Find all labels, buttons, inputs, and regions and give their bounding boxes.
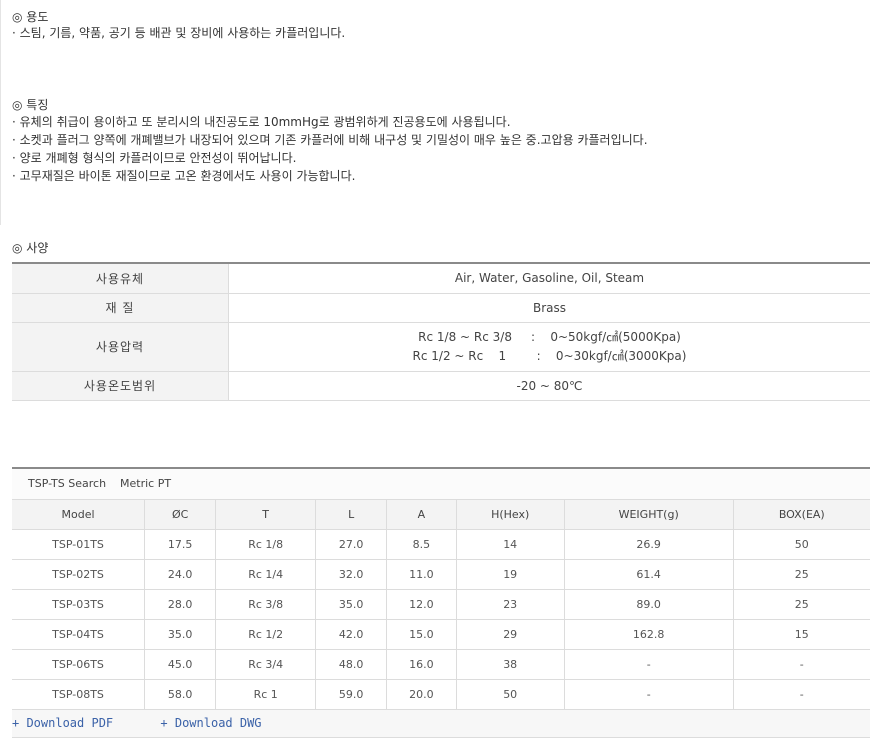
feature-item: · 유체의 취급이 용이하고 또 분리시의 내진공도로 10mmHg로 광범위하… [12,113,648,131]
weight-cell: 26.9 [564,530,733,560]
column-header-weight: WEIGHT(g) [564,500,733,530]
left-border-line [0,0,1,225]
usage-item: · 스팀, 기름, 약품, 공기 등 배관 및 장비에 사용하는 카플러입니다. [12,24,345,42]
spec-value-line: Rc 1/8 ~ Rc 3/8 : 0~50kgf/㎠(5000Kpa) [230,328,869,347]
box-cell: - [733,680,870,710]
a-cell: 11.0 [387,560,456,590]
length-cell: 42.0 [316,620,387,650]
box-cell: 15 [733,620,870,650]
a-cell: 15.0 [387,620,456,650]
features-list: · 유체의 취급이 용이하고 또 분리시의 내진공도로 10mmHg로 광범위하… [12,113,648,185]
model-table: Model ØC T L A H(Hex) WEIGHT(g) BOX(EA) … [12,500,870,710]
hex-cell: 19 [456,560,564,590]
column-header-length: L [316,500,387,530]
diameter-cell: 45.0 [145,650,216,680]
column-header-thread: T [216,500,316,530]
model-table-panel: TSP-TS Search Metric PT Model ØC T L A H… [12,467,870,738]
thread-cell: Rc 3/8 [216,590,316,620]
model-cell: TSP-01TS [12,530,145,560]
box-cell: 50 [733,530,870,560]
column-header-hex: H(Hex) [456,500,564,530]
length-cell: 27.0 [316,530,387,560]
length-cell: 59.0 [316,680,387,710]
length-cell: 32.0 [316,560,387,590]
download-dwg-link[interactable]: + Download DWG [160,716,261,730]
weight-cell: 89.0 [564,590,733,620]
column-header-box: BOX(EA) [733,500,870,530]
feature-item: · 소켓과 플러그 양쪽에 개폐밸브가 내장되어 있으며 기존 카플러에 비해 … [12,131,648,149]
box-cell: - [733,650,870,680]
hex-cell: 38 [456,650,564,680]
thread-cell: Rc 1/2 [216,620,316,650]
length-cell: 48.0 [316,650,387,680]
model-cell: TSP-03TS [12,590,145,620]
spec-table: 사용유체 Air, Water, Gasoline, Oil, Steam 재 … [12,262,870,401]
spec-key: 사용압력 [12,322,229,371]
length-cell: 35.0 [316,590,387,620]
download-pdf-link[interactable]: + Download PDF [12,716,113,730]
spec-row: 사용압력 Rc 1/8 ~ Rc 3/8 : 0~50kgf/㎠(5000Kpa… [12,322,870,371]
model-table-header: Model ØC T L A H(Hex) WEIGHT(g) BOX(EA) [12,500,870,530]
weight-cell: 61.4 [564,560,733,590]
model-cell: TSP-04TS [12,620,145,650]
spec-value: -20 ~ 80℃ [229,371,870,400]
thread-cell: Rc 1/8 [216,530,316,560]
table-row: TSP-03TS28.0Rc 3/835.012.02389.025 [12,590,870,620]
hex-cell: 50 [456,680,564,710]
weight-cell: - [564,680,733,710]
a-cell: 20.0 [387,680,456,710]
box-cell: 25 [733,560,870,590]
table-row: TSP-04TS35.0Rc 1/242.015.029162.815 [12,620,870,650]
features-heading: ◎ 특징 [12,96,48,113]
spec-heading: ◎ 사양 [12,239,48,256]
thread-cell: Rc 1 [216,680,316,710]
model-cell: TSP-08TS [12,680,145,710]
model-cell: TSP-06TS [12,650,145,680]
table-row: TSP-08TS58.0Rc 159.020.050-- [12,680,870,710]
table-row: TSP-02TS24.0Rc 1/432.011.01961.425 [12,560,870,590]
spec-value: Rc 1/8 ~ Rc 3/8 : 0~50kgf/㎠(5000Kpa) Rc … [229,322,870,371]
weight-cell: - [564,650,733,680]
usage-heading: ◎ 용도 [12,8,48,25]
diameter-cell: 17.5 [145,530,216,560]
spec-row: 사용유체 Air, Water, Gasoline, Oil, Steam [12,263,870,293]
diameter-cell: 58.0 [145,680,216,710]
spec-key: 사용유체 [12,263,229,293]
usage-list: · 스팀, 기름, 약품, 공기 등 배관 및 장비에 사용하는 카플러입니다. [12,24,345,42]
model-cell: TSP-02TS [12,560,145,590]
spec-value-line: Rc 1/2 ~ Rc 1 : 0~30kgf/㎠(3000Kpa) [230,347,869,366]
weight-cell: 162.8 [564,620,733,650]
spec-value: Brass [229,293,870,322]
download-bar: + Download PDF + Download DWG [12,710,870,738]
a-cell: 12.0 [387,590,456,620]
column-header-model: Model [12,500,145,530]
hex-cell: 23 [456,590,564,620]
feature-item: · 양로 개폐형 형식의 카플러이므로 안전성이 뛰어납니다. [12,149,648,167]
spec-row: 재 질 Brass [12,293,870,322]
column-header-diameter: ØC [145,500,216,530]
hex-cell: 14 [456,530,564,560]
diameter-cell: 28.0 [145,590,216,620]
model-table-caption: TSP-TS Search Metric PT [12,469,870,500]
spec-key: 사용온도범위 [12,371,229,400]
table-row: TSP-01TS17.5Rc 1/827.08.51426.950 [12,530,870,560]
hex-cell: 29 [456,620,564,650]
diameter-cell: 35.0 [145,620,216,650]
spec-value: Air, Water, Gasoline, Oil, Steam [229,263,870,293]
feature-item: · 고무재질은 바이톤 재질이므로 고온 환경에서도 사용이 가능합니다. [12,167,648,185]
table-row: TSP-06TS45.0Rc 3/448.016.038-- [12,650,870,680]
thread-cell: Rc 1/4 [216,560,316,590]
box-cell: 25 [733,590,870,620]
diameter-cell: 24.0 [145,560,216,590]
thread-cell: Rc 3/4 [216,650,316,680]
column-header-a: A [387,500,456,530]
spec-key: 재 질 [12,293,229,322]
spec-row: 사용온도범위 -20 ~ 80℃ [12,371,870,400]
a-cell: 8.5 [387,530,456,560]
a-cell: 16.0 [387,650,456,680]
